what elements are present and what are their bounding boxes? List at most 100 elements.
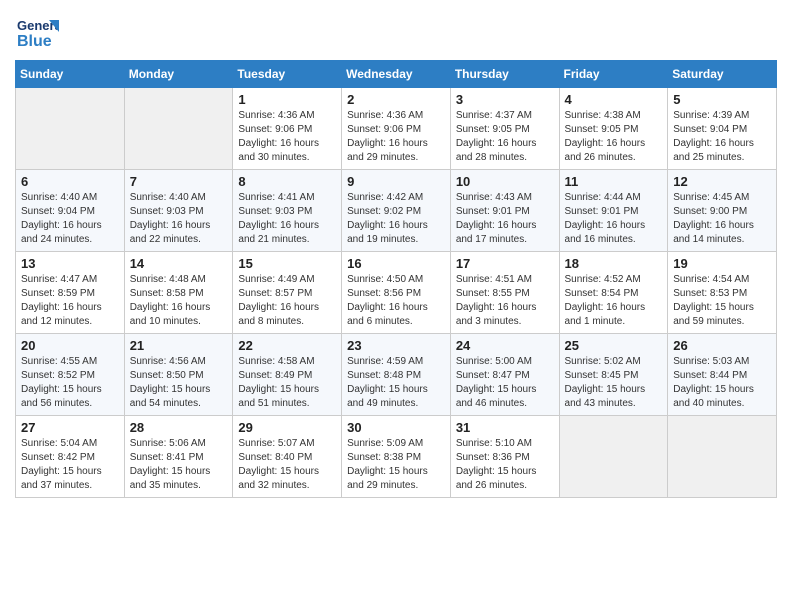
day-number: 23 [347, 338, 445, 353]
cell-text-line: Sunrise: 4:44 AM [565, 191, 663, 205]
cell-text-line: and 17 minutes. [456, 233, 554, 247]
cell-text-line: Sunset: 9:05 PM [565, 123, 663, 137]
day-number: 5 [673, 92, 771, 107]
cell-text-line: Sunrise: 4:54 AM [673, 273, 771, 287]
cell-text-line: Daylight: 16 hours [565, 219, 663, 233]
cell-text-line: and 29 minutes. [347, 151, 445, 165]
cell-text-line: Sunset: 9:02 PM [347, 205, 445, 219]
calendar-cell: 2Sunrise: 4:36 AMSunset: 9:06 PMDaylight… [342, 88, 451, 170]
weekday-header-wednesday: Wednesday [342, 61, 451, 88]
cell-text-line: Sunset: 9:06 PM [238, 123, 336, 137]
cell-text-line: Sunset: 8:47 PM [456, 369, 554, 383]
cell-text-line: Sunrise: 4:58 AM [238, 355, 336, 369]
cell-text-line: and 51 minutes. [238, 397, 336, 411]
day-number: 7 [130, 174, 228, 189]
cell-text-line: Daylight: 16 hours [456, 137, 554, 151]
calendar-cell: 16Sunrise: 4:50 AMSunset: 8:56 PMDayligh… [342, 252, 451, 334]
cell-text-line: Daylight: 15 hours [130, 383, 228, 397]
logo-icon: General Blue [15, 10, 59, 54]
cell-text-line: Daylight: 16 hours [347, 219, 445, 233]
cell-text-line: Daylight: 16 hours [238, 137, 336, 151]
cell-text-line: and 12 minutes. [21, 315, 119, 329]
cell-text-line: and 29 minutes. [347, 479, 445, 493]
cell-text-line: and 46 minutes. [456, 397, 554, 411]
cell-text-line: and 19 minutes. [347, 233, 445, 247]
day-number: 31 [456, 420, 554, 435]
cell-text-line: and 49 minutes. [347, 397, 445, 411]
cell-text-line: Daylight: 16 hours [130, 219, 228, 233]
calendar-cell: 13Sunrise: 4:47 AMSunset: 8:59 PMDayligh… [16, 252, 125, 334]
cell-text-line: Sunrise: 4:41 AM [238, 191, 336, 205]
cell-text-line: Sunset: 9:04 PM [673, 123, 771, 137]
calendar-cell [668, 416, 777, 498]
cell-text-line: Sunset: 8:50 PM [130, 369, 228, 383]
cell-text-line: and 14 minutes. [673, 233, 771, 247]
calendar-cell: 29Sunrise: 5:07 AMSunset: 8:40 PMDayligh… [233, 416, 342, 498]
svg-text:Blue: Blue [17, 33, 52, 50]
cell-text-line: and 8 minutes. [238, 315, 336, 329]
cell-text-line: Sunrise: 4:40 AM [130, 191, 228, 205]
calendar-week-2: 6Sunrise: 4:40 AMSunset: 9:04 PMDaylight… [16, 170, 777, 252]
cell-text-line: Sunrise: 4:50 AM [347, 273, 445, 287]
day-number: 21 [130, 338, 228, 353]
calendar-cell: 30Sunrise: 5:09 AMSunset: 8:38 PMDayligh… [342, 416, 451, 498]
cell-text-line: and 3 minutes. [456, 315, 554, 329]
day-number: 6 [21, 174, 119, 189]
cell-text-line: Sunset: 9:06 PM [347, 123, 445, 137]
cell-text-line: Sunrise: 4:55 AM [21, 355, 119, 369]
cell-text-line: Sunrise: 5:02 AM [565, 355, 663, 369]
calendar-week-1: 1Sunrise: 4:36 AMSunset: 9:06 PMDaylight… [16, 88, 777, 170]
day-number: 17 [456, 256, 554, 271]
cell-text-line: and 1 minute. [565, 315, 663, 329]
cell-text-line: Sunrise: 5:07 AM [238, 437, 336, 451]
cell-text-line: Daylight: 15 hours [565, 383, 663, 397]
cell-text-line: Sunrise: 4:42 AM [347, 191, 445, 205]
cell-text-line: Daylight: 16 hours [565, 137, 663, 151]
calendar-cell: 1Sunrise: 4:36 AMSunset: 9:06 PMDaylight… [233, 88, 342, 170]
cell-text-line: Daylight: 15 hours [238, 383, 336, 397]
cell-text-line: Sunset: 9:00 PM [673, 205, 771, 219]
calendar-cell: 21 Sunrise: 4:56 AMSunset: 8:50 PMDayligh… [124, 334, 233, 416]
cell-text-line: and 30 minutes. [238, 151, 336, 165]
cell-text-line: Sunset: 8:54 PM [565, 287, 663, 301]
cell-text-line: and 6 minutes. [347, 315, 445, 329]
calendar-cell: 26Sunrise: 5:03 AMSunset: 8:44 PMDayligh… [668, 334, 777, 416]
day-number: 25 [565, 338, 663, 353]
cell-text-line: and 40 minutes. [673, 397, 771, 411]
day-number: 29 [238, 420, 336, 435]
day-number: 4 [565, 92, 663, 107]
cell-text-line: Sunset: 8:45 PM [565, 369, 663, 383]
cell-text-line: Sunset: 9:04 PM [21, 205, 119, 219]
cell-text-line: Sunrise: 4:39 AM [673, 109, 771, 123]
cell-text-line: and 35 minutes. [130, 479, 228, 493]
cell-text-line: Daylight: 15 hours [347, 465, 445, 479]
calendar-cell: 11Sunrise: 4:44 AMSunset: 9:01 PMDayligh… [559, 170, 668, 252]
calendar-table: SundayMondayTuesdayWednesdayThursdayFrid… [15, 60, 777, 498]
day-number: 9 [347, 174, 445, 189]
day-number: 16 [347, 256, 445, 271]
cell-text-line: Sunrise: 4:40 AM [21, 191, 119, 205]
calendar-week-4: 20Sunrise: 4:55 AMSunset: 8:52 PMDayligh… [16, 334, 777, 416]
calendar-cell: 10Sunrise: 4:43 AMSunset: 9:01 PMDayligh… [450, 170, 559, 252]
calendar-cell: 19Sunrise: 4:54 AMSunset: 8:53 PMDayligh… [668, 252, 777, 334]
calendar-cell: 18Sunrise: 4:52 AMSunset: 8:54 PMDayligh… [559, 252, 668, 334]
calendar-cell [559, 416, 668, 498]
cell-text-line: Sunset: 8:42 PM [21, 451, 119, 465]
cell-text-line: Daylight: 15 hours [21, 383, 119, 397]
calendar-cell: 28Sunrise: 5:06 AMSunset: 8:41 PMDayligh… [124, 416, 233, 498]
cell-text-line: Sunrise: 5:09 AM [347, 437, 445, 451]
calendar-cell: 23Sunrise: 4:59 AMSunset: 8:48 PMDayligh… [342, 334, 451, 416]
calendar-cell: 9 Sunrise: 4:42 AMSunset: 9:02 PMDaylight… [342, 170, 451, 252]
cell-text-line: Sunrise: 5:03 AM [673, 355, 771, 369]
cell-text-line: Sunrise: 4:56 AM [130, 355, 228, 369]
cell-text-line: Sunset: 8:36 PM [456, 451, 554, 465]
cell-text-line: Sunrise: 4:43 AM [456, 191, 554, 205]
cell-text-line: Daylight: 15 hours [673, 383, 771, 397]
cell-text-line: Sunset: 9:03 PM [238, 205, 336, 219]
cell-text-line: and 22 minutes. [130, 233, 228, 247]
cell-text-line: Sunset: 8:40 PM [238, 451, 336, 465]
calendar-cell: 3Sunrise: 4:37 AMSunset: 9:05 PMDaylight… [450, 88, 559, 170]
cell-text-line: and 37 minutes. [21, 479, 119, 493]
cell-text-line: Daylight: 15 hours [673, 301, 771, 315]
cell-text-line: Sunset: 8:44 PM [673, 369, 771, 383]
